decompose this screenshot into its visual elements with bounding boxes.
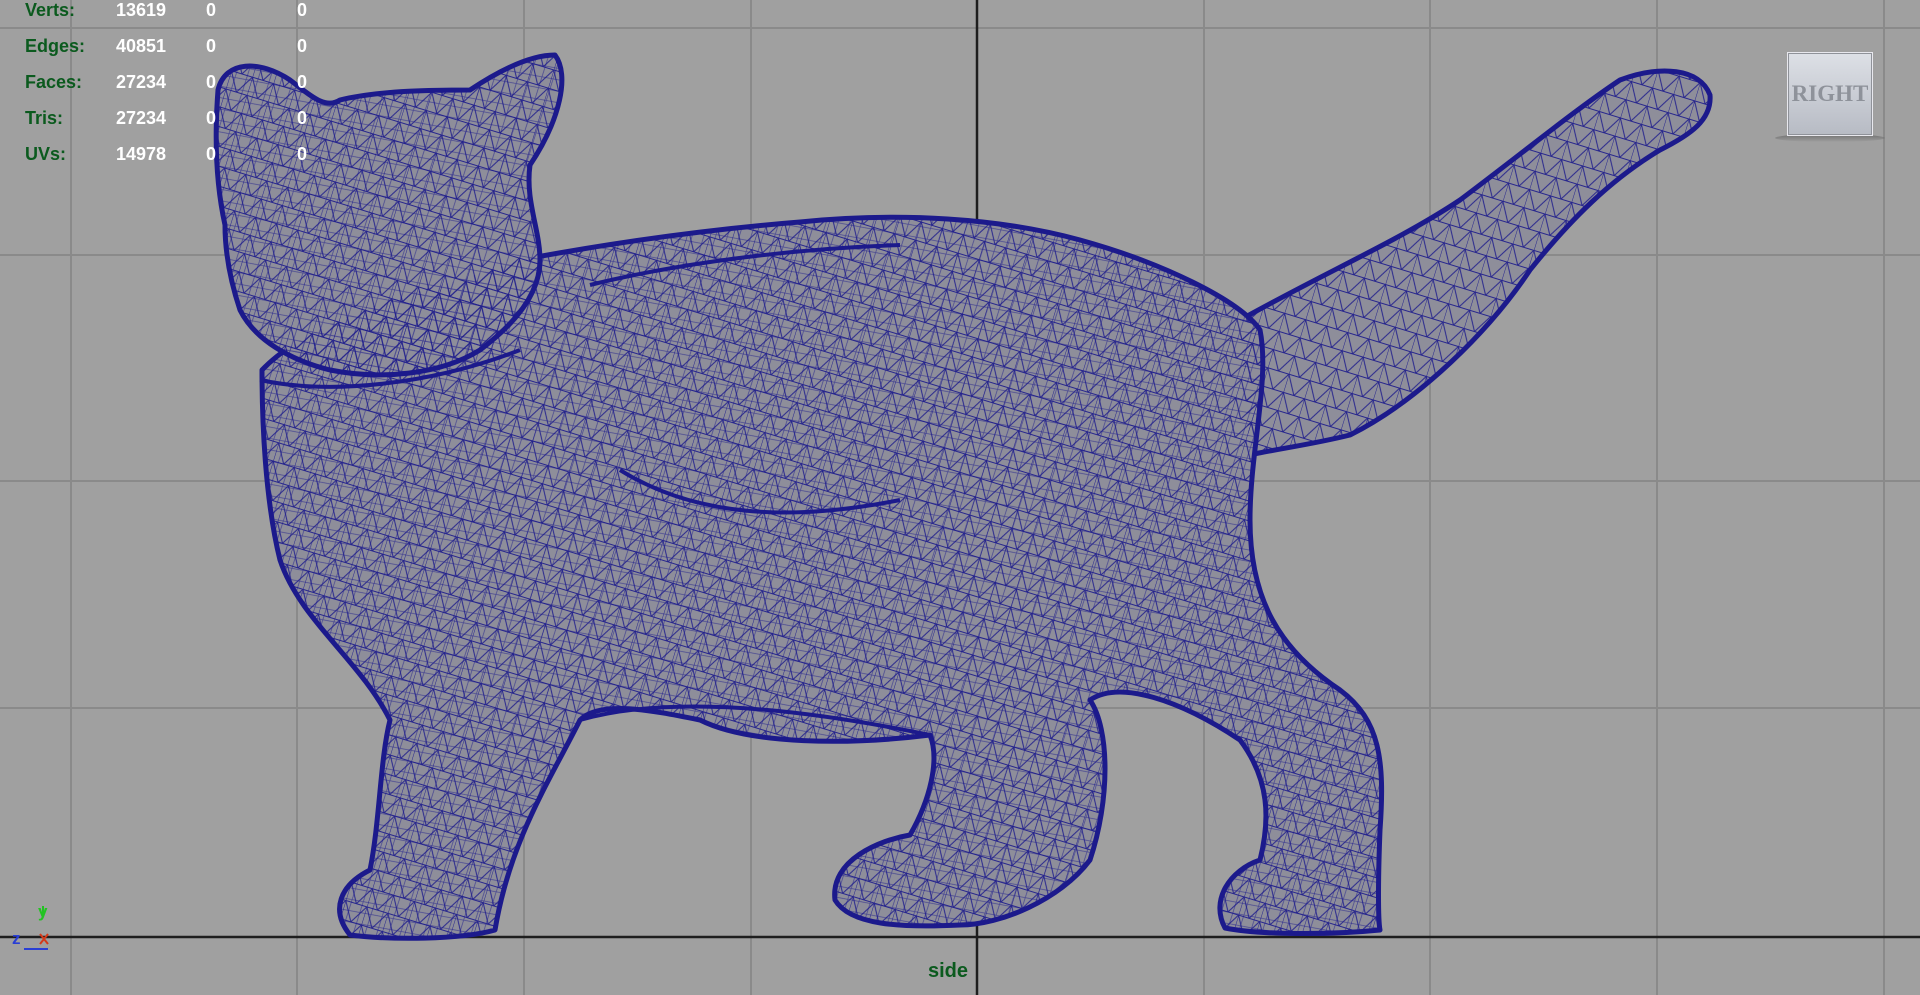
hud-value: 27234 xyxy=(116,72,167,92)
hud-value: 40851 xyxy=(116,36,167,56)
hud-value: 0 xyxy=(297,108,308,128)
cat-wireframe-mesh[interactable] xyxy=(0,0,1920,995)
hud-label: UVs: xyxy=(25,144,67,164)
hud-value: 0 xyxy=(206,108,217,128)
hud-label: Tris: xyxy=(25,108,64,128)
hud-value: 0 xyxy=(297,0,308,20)
camera-name-label: side xyxy=(928,960,969,982)
hud-value: 0 xyxy=(297,72,308,92)
hud-value: 0 xyxy=(206,36,217,56)
hud-value: 14978 xyxy=(116,144,167,164)
hud-value: 0 xyxy=(297,144,308,164)
hud-value: 0 xyxy=(206,72,217,92)
viewport-panel[interactable]: Verts: 13619 0 0 Edges: 40851 0 0 Faces:… xyxy=(0,0,1920,995)
hud-label: Verts: xyxy=(25,0,76,20)
hud-value: 0 xyxy=(206,0,217,20)
hud-value: 0 xyxy=(206,144,217,164)
hud-value: 27234 xyxy=(116,108,167,128)
hud-label: Edges: xyxy=(25,36,86,56)
hud-value: 0 xyxy=(297,36,308,56)
hud-label: Faces: xyxy=(25,72,83,92)
view-cube-label: RIGHT xyxy=(1791,81,1869,106)
hud-value: 13619 xyxy=(116,0,167,20)
view-cube-right-face[interactable]: RIGHT xyxy=(1787,52,1873,136)
